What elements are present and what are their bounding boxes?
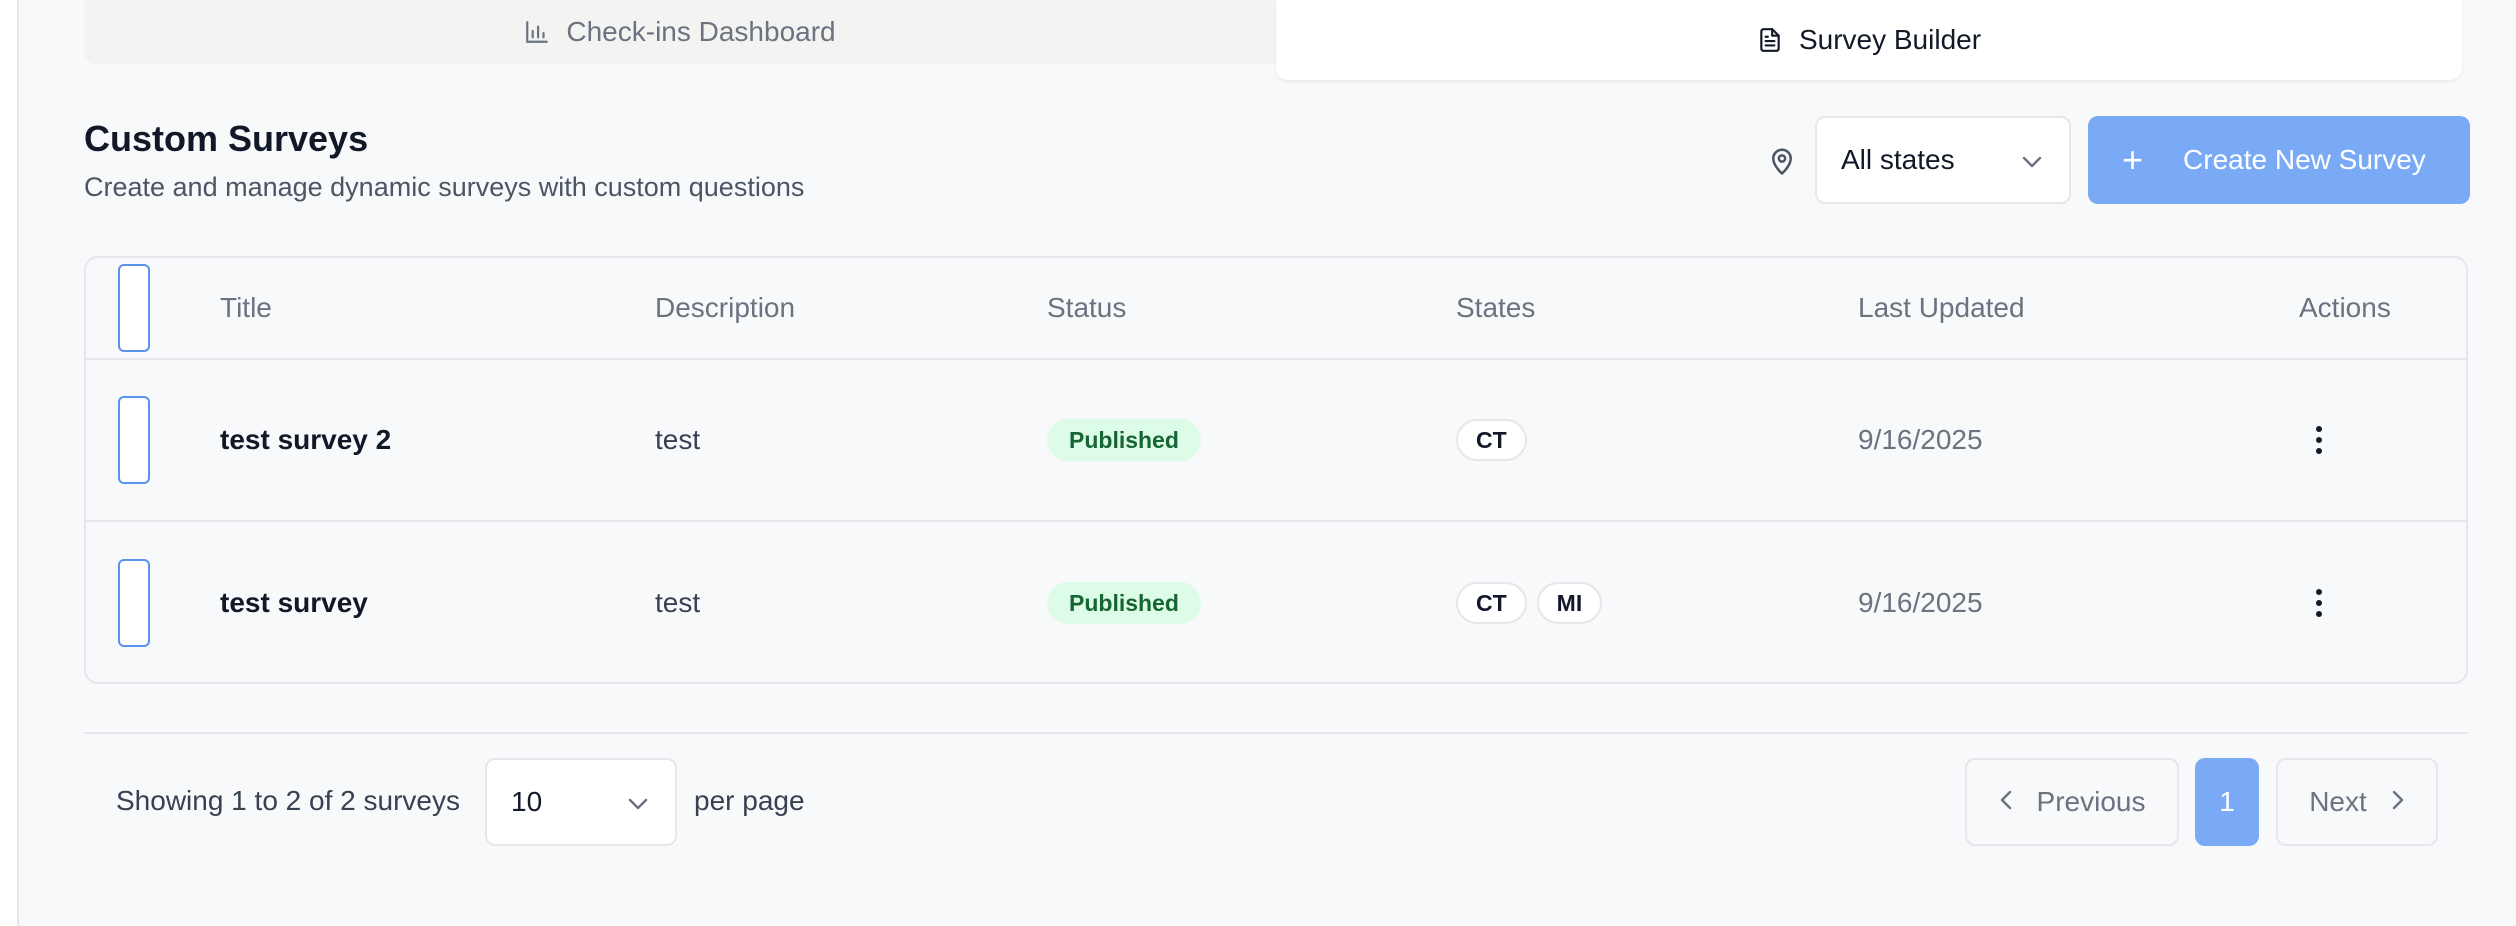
per-page-label: per page <box>694 785 805 816</box>
chevron-down-icon <box>627 786 649 818</box>
select-all-checkbox[interactable] <box>118 264 150 352</box>
tab-bar: Check-ins Dashboard Survey Builder <box>84 0 2462 80</box>
row-select-cell <box>118 360 150 520</box>
more-vertical-icon[interactable] <box>2299 583 2339 623</box>
state-chip: CT <box>1456 582 1527 624</box>
state-filter-select[interactable]: All states <box>1815 116 2071 204</box>
sidebar-edge <box>0 0 19 926</box>
states-cell: CT MI <box>1456 522 1603 682</box>
page-subtitle: Create and manage dynamic surveys with c… <box>84 172 805 202</box>
status-badge: Published <box>1047 582 1201 624</box>
next-page-button[interactable]: Next <box>2276 758 2438 846</box>
actions-cell <box>2299 522 2339 682</box>
tab-label: Survey Builder <box>1798 24 1982 55</box>
tab-survey-builder[interactable]: Survey Builder <box>1276 0 2462 80</box>
survey-description: test <box>655 424 701 455</box>
next-label: Next <box>2309 786 2367 817</box>
column-header-title[interactable]: Title <box>220 258 272 358</box>
column-header-last-updated[interactable]: Last Updated <box>1858 258 2025 358</box>
previous-label: Previous <box>2036 786 2146 817</box>
state-filter-value: All states <box>1841 144 1955 175</box>
state-chip: CT <box>1456 419 1527 461</box>
row-checkbox[interactable] <box>118 559 150 647</box>
table-row[interactable]: test survey 2 test Published CT 9/16/202… <box>86 360 2466 522</box>
table-header-row: Title Description Status States Last Upd… <box>86 258 2466 360</box>
plus-icon: + <box>2122 139 2144 180</box>
status-badge: Published <box>1047 419 1201 461</box>
more-vertical-icon[interactable] <box>2299 420 2339 460</box>
survey-description: test <box>655 587 701 618</box>
last-updated: 9/16/2025 <box>1858 424 1983 455</box>
survey-builder-page: Check-ins Dashboard Survey Builder Custo… <box>84 0 2470 926</box>
states-cell: CT <box>1456 360 1527 520</box>
column-header-states[interactable]: States <box>1456 258 1535 358</box>
survey-title[interactable]: test survey <box>220 522 368 682</box>
column-header-actions: Actions <box>2299 292 2391 323</box>
row-checkbox[interactable] <box>118 396 150 484</box>
status-cell: Published <box>1047 522 1201 682</box>
table-row[interactable]: test survey test Published CT MI 9/16/20… <box>86 522 2466 682</box>
tab-checkins-dashboard[interactable]: Check-ins Dashboard <box>84 0 1276 64</box>
surveys-table: Title Description Status States Last Upd… <box>84 256 2468 684</box>
chevron-right-icon <box>2391 786 2405 818</box>
actions-cell <box>2299 360 2339 520</box>
previous-page-button[interactable]: Previous <box>1965 758 2179 846</box>
survey-title[interactable]: test survey 2 <box>220 360 391 520</box>
create-button-label: Create New Survey <box>2183 144 2426 175</box>
create-new-survey-button[interactable]: + Create New Survey <box>2088 116 2470 204</box>
chevron-down-icon <box>2021 144 2043 176</box>
row-select-cell <box>118 522 150 682</box>
page-1-button[interactable]: 1 <box>2195 758 2259 846</box>
last-updated: 9/16/2025 <box>1858 587 1983 618</box>
chevron-left-icon <box>1999 786 2013 818</box>
showing-count-text: Showing 1 to 2 of 2 surveys <box>116 785 460 816</box>
per-page-select[interactable]: 10 <box>485 758 677 846</box>
status-cell: Published <box>1047 360 1201 520</box>
tab-label: Check-ins Dashboard <box>566 16 836 47</box>
map-pin-icon <box>1767 144 1797 183</box>
column-header-description[interactable]: Description <box>655 258 795 358</box>
footer-divider <box>84 732 2468 734</box>
page-title: Custom Surveys <box>84 118 369 159</box>
bar-chart-icon <box>524 19 550 45</box>
per-page-value: 10 <box>511 786 543 817</box>
column-header-status[interactable]: Status <box>1047 258 1126 358</box>
state-chip: MI <box>1536 582 1603 624</box>
select-all-cell <box>118 258 150 358</box>
document-icon <box>1757 26 1783 54</box>
